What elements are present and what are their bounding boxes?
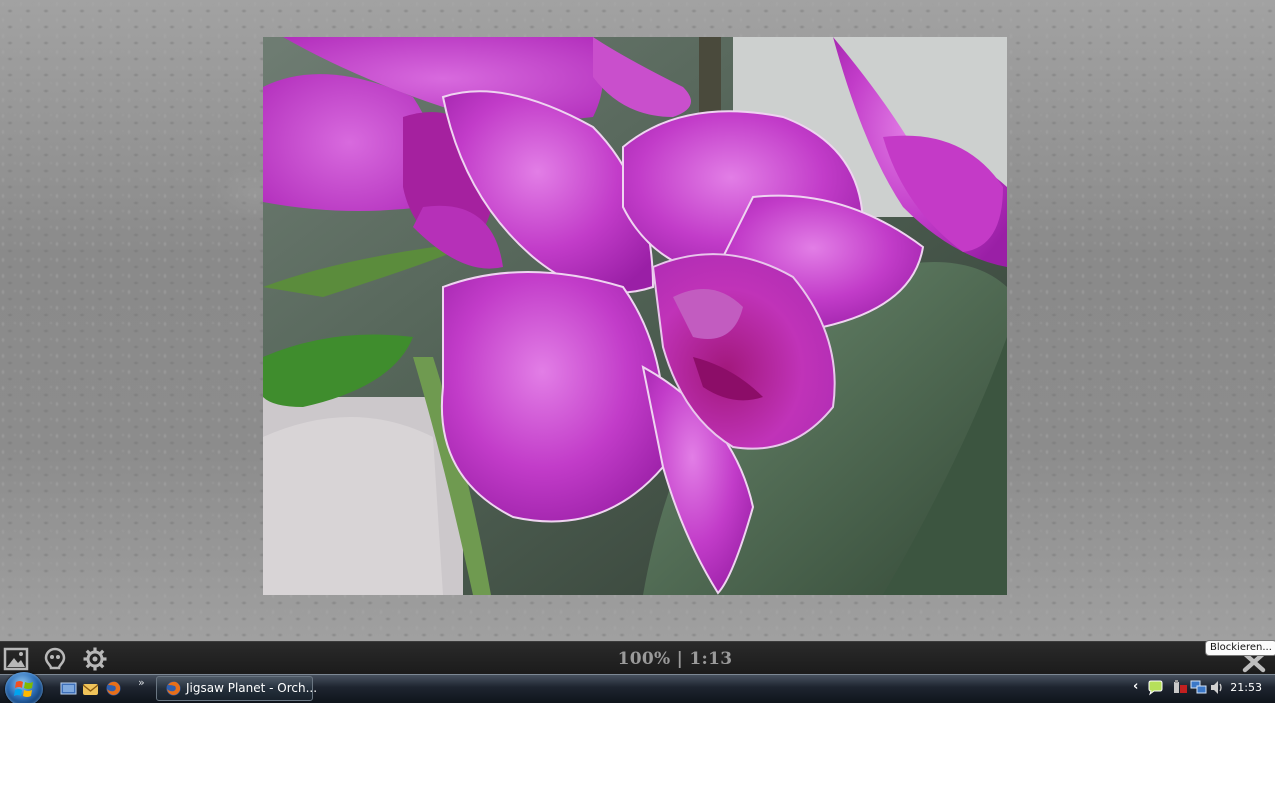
puzzle-toolbar: 100% | 1:13 bbox=[0, 641, 1275, 675]
tray-expand-button[interactable]: ‹ bbox=[1133, 679, 1138, 694]
clock[interactable]: 21:53 bbox=[1230, 681, 1262, 694]
safely-remove-hardware-icon[interactable] bbox=[1172, 679, 1189, 696]
taskbar-item-firefox[interactable]: Jigsaw Planet - Orch... bbox=[156, 676, 317, 701]
volume-icon[interactable] bbox=[1209, 679, 1226, 696]
puzzle-image[interactable] bbox=[263, 37, 1007, 595]
windows-taskbar: » Jigsaw Planet - Orch... ‹ 21:53 bbox=[0, 672, 1275, 703]
screen: 100% | 1:13 Blockieren... » Jigsaw Plane… bbox=[0, 0, 1275, 703]
system-tray: ‹ 21:53 bbox=[1125, 674, 1275, 703]
taskbar-item-label: Jigsaw Planet - Orch... bbox=[186, 681, 318, 695]
firefox-icon bbox=[165, 680, 182, 697]
show-desktop-icon[interactable] bbox=[60, 680, 77, 697]
firefox-icon[interactable] bbox=[105, 680, 122, 697]
quicklaunch-more-button[interactable]: » bbox=[138, 676, 145, 689]
network-icon[interactable] bbox=[1190, 679, 1207, 696]
windows-logo-icon bbox=[14, 681, 33, 697]
start-button[interactable] bbox=[5, 672, 43, 703]
puzzle-workspace[interactable] bbox=[0, 0, 1275, 641]
block-popup-tooltip[interactable]: Blockieren... bbox=[1205, 640, 1275, 656]
puzzle-status-text: 100% | 1:13 bbox=[617, 649, 733, 669]
chat-status-icon[interactable] bbox=[1147, 679, 1164, 696]
thunderbird-icon[interactable] bbox=[82, 680, 99, 697]
